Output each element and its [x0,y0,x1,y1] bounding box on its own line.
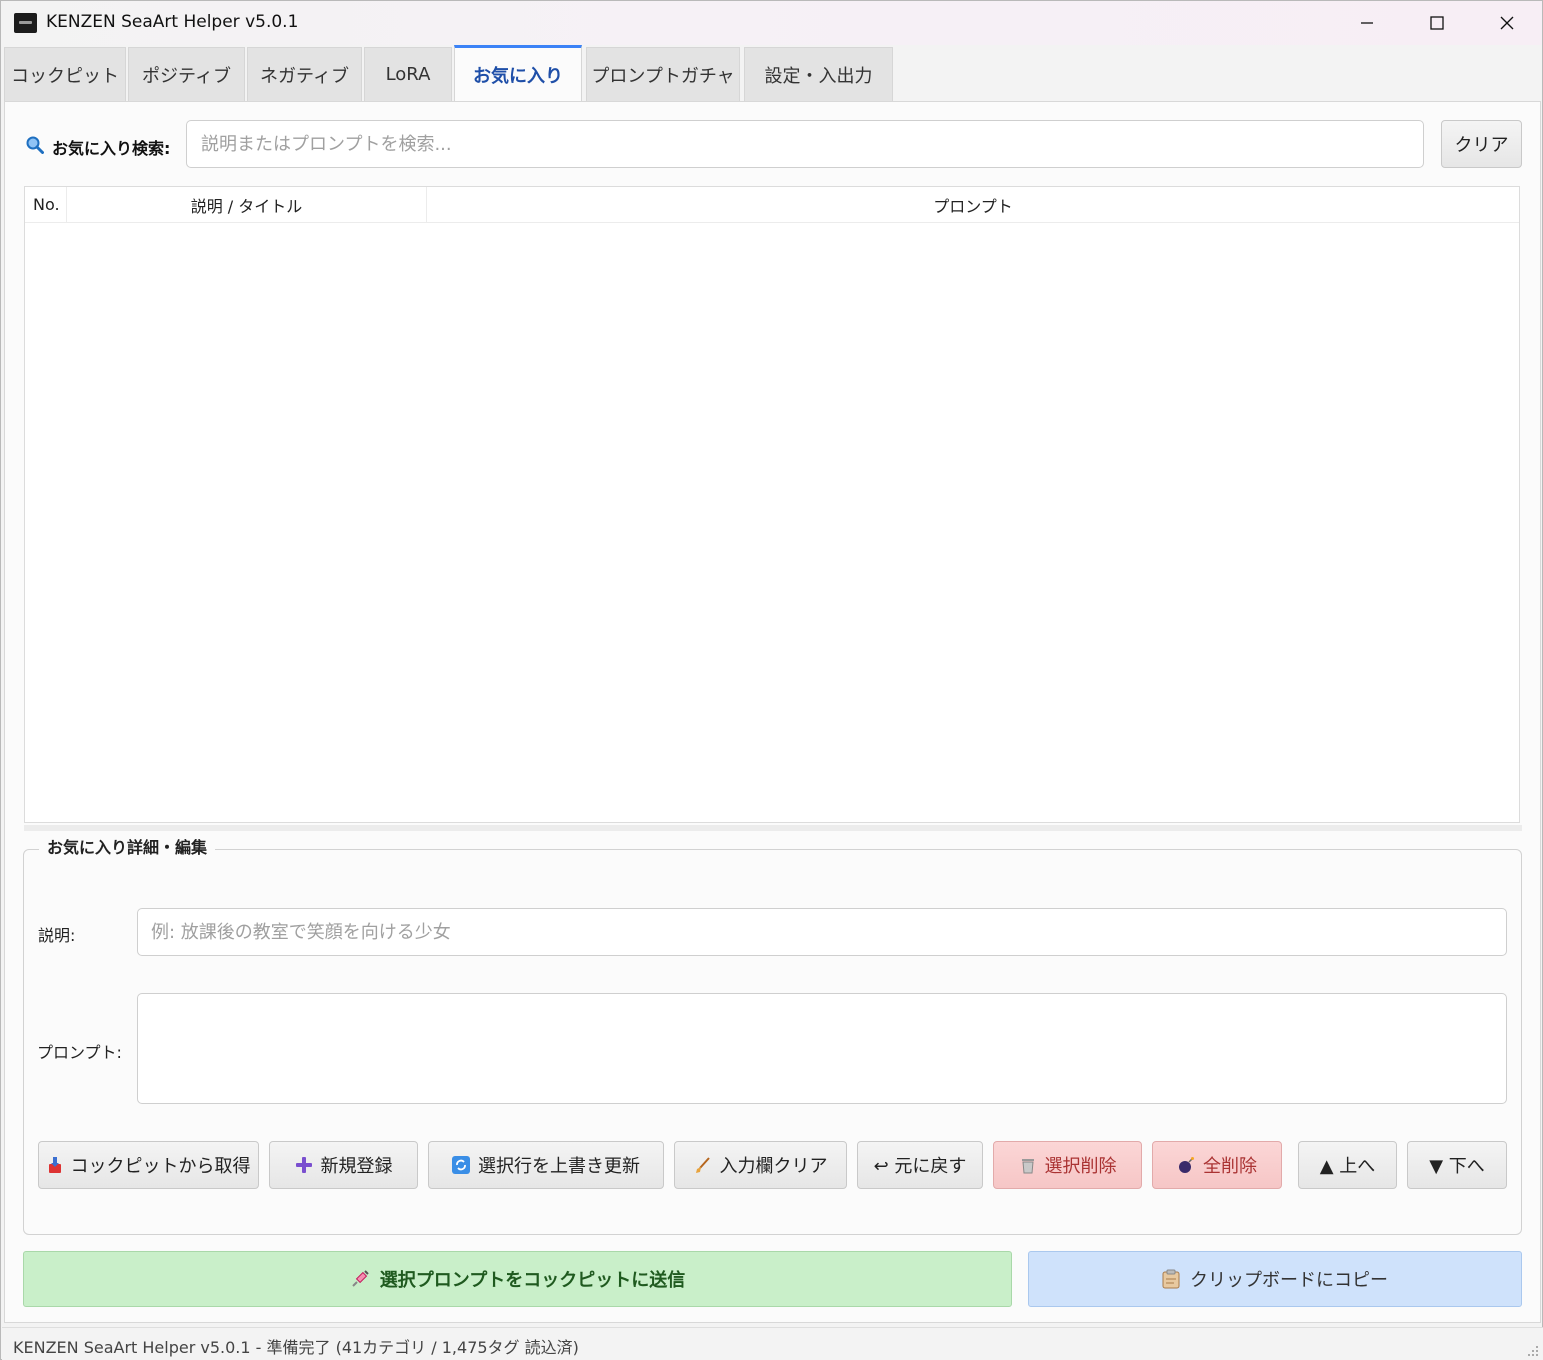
trash-icon [1021,1159,1034,1174]
undo-button[interactable]: ↩ 元に戻す [857,1141,983,1189]
status-text: KENZEN SeaArt Helper v5.0.1 - 準備完了 (41カテ… [13,1338,579,1357]
fetch-icon [48,1157,61,1173]
tab-positive[interactable]: ポジティブ [128,47,245,101]
tab-prompt-gacha[interactable]: プロンプトガチャ [586,47,740,101]
delete-selected-button[interactable]: 選択削除 [993,1141,1142,1189]
prompt-textarea[interactable] [137,993,1507,1104]
column-header-description[interactable]: 説明 / タイトル [67,187,427,223]
new-register-button[interactable]: 新規登録 [269,1141,418,1189]
overwrite-label: 選択行を上書き更新 [478,1156,640,1177]
delete-all-button[interactable]: 全削除 [1152,1141,1282,1189]
tab-cockpit[interactable]: コックピット [4,47,126,101]
search-clear-button[interactable]: クリア [1441,120,1522,168]
broom-icon [695,1157,710,1173]
move-down-button[interactable]: ▼ 下へ [1407,1141,1507,1189]
status-bar: KENZEN SeaArt Helper v5.0.1 - 準備完了 (41カテ… [2,1327,1543,1360]
tab-negative[interactable]: ネガティブ [247,47,362,101]
fetch-label: コックピットから取得 [70,1156,251,1177]
favorites-table[interactable]: No. 説明 / タイトル プロンプト [24,186,1520,823]
maximize-button[interactable] [1402,1,1472,45]
clear-input-button[interactable]: 入力欄クリア [674,1141,847,1189]
close-icon [1500,16,1514,30]
plus-icon [295,1157,312,1173]
close-button[interactable] [1472,1,1542,45]
send-to-cockpit-button[interactable]: 選択プロンプトをコックピットに送信 [23,1251,1012,1307]
splitter-handle[interactable] [24,825,1522,831]
minimize-button[interactable] [1332,1,1402,45]
refresh-icon [452,1156,470,1174]
move-up-button[interactable]: ▲ 上へ [1298,1141,1397,1189]
new-register-label: 新規登録 [320,1156,393,1177]
overwrite-selected-button[interactable]: 選択行を上書き更新 [428,1141,664,1189]
send-label: 選択プロンプトをコックピットに送信 [379,1270,686,1291]
delete-all-label: 全削除 [1203,1156,1257,1177]
bomb-icon [1179,1157,1194,1173]
syringe-icon [352,1270,369,1287]
tab-lora[interactable]: LoRA [364,47,452,101]
tab-bar: コックピット ポジティブ ネガティブ LoRA お気に入り プロンプトガチャ 設… [1,45,1542,101]
tab-settings-io[interactable]: 設定・入出力 [744,47,893,101]
fetch-from-cockpit-button[interactable]: コックピットから取得 [38,1141,259,1189]
description-label: 説明: [38,926,76,945]
copy-to-clipboard-button[interactable]: クリップボードにコピー [1028,1251,1522,1307]
app-logo-icon [14,13,37,33]
column-header-no[interactable]: No. [25,187,67,223]
search-icon [26,136,44,154]
tab-favorites[interactable]: お気に入り [454,45,582,101]
search-label: お気に入り検索: [52,139,171,158]
clipboard-icon [1162,1269,1180,1289]
editor-group-title: お気に入り詳細・編集 [39,834,216,858]
delete-selected-label: 選択削除 [1044,1156,1117,1177]
maximize-icon [1430,16,1444,30]
column-header-prompt[interactable]: プロンプト [427,187,1519,223]
search-input[interactable] [186,120,1424,168]
title-bar: KENZEN SeaArt Helper v5.0.1 [1,1,1542,45]
description-input[interactable] [137,908,1507,956]
app-window: KENZEN SeaArt Helper v5.0.1 コックピット ポジティブ… [0,0,1543,1360]
copy-label: クリップボードにコピー [1190,1270,1388,1291]
resize-grip-icon[interactable] [1527,1345,1539,1357]
clear-input-label: 入力欄クリア [719,1156,828,1177]
minimize-icon [1361,22,1373,24]
window-title: KENZEN SeaArt Helper v5.0.1 [46,12,299,32]
prompt-label: プロンプト: [37,1043,122,1062]
